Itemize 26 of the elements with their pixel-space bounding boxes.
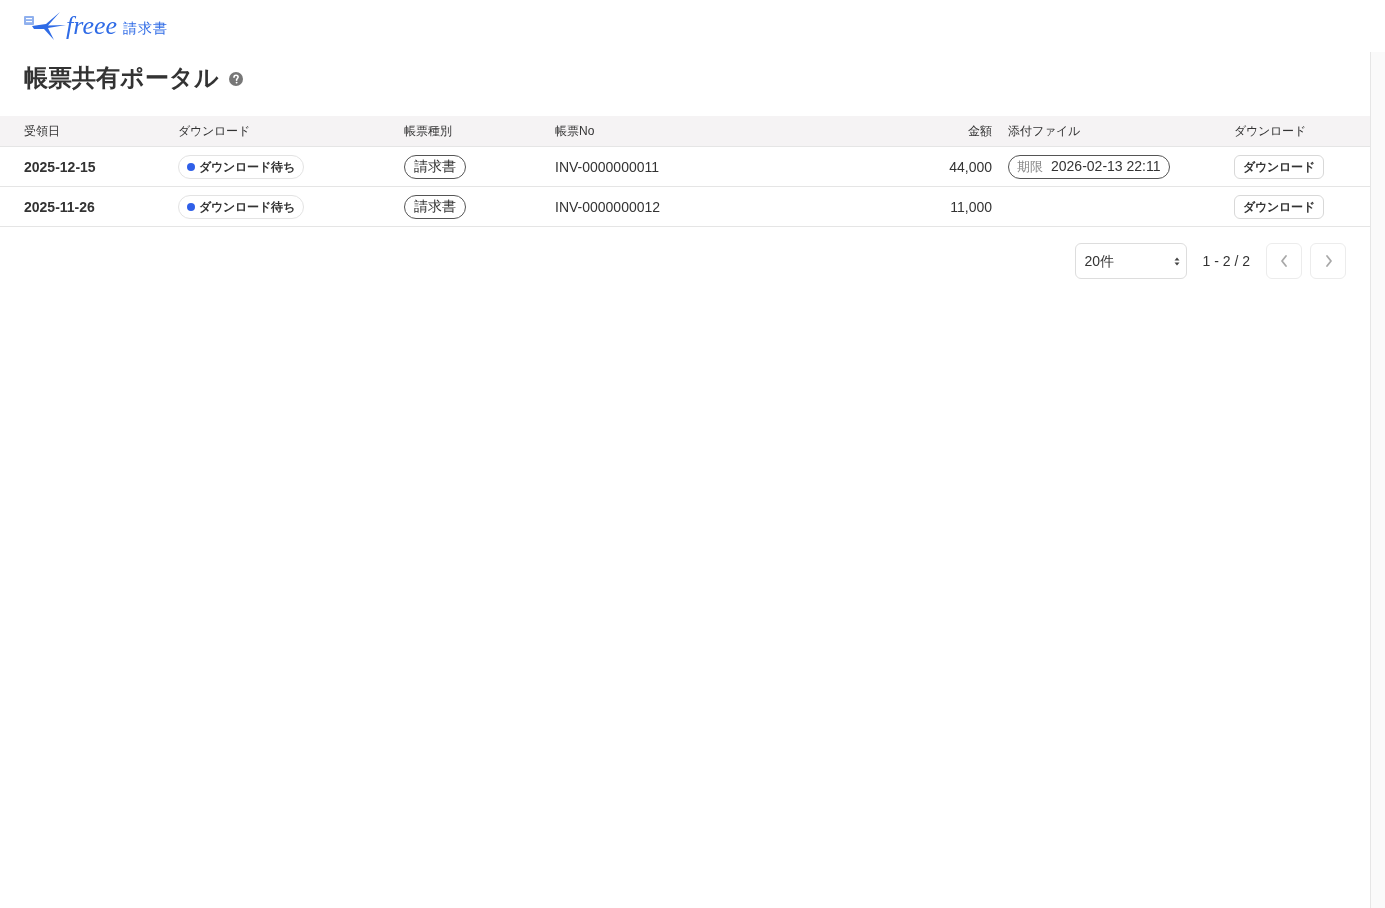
column-header: 添付ファイル xyxy=(1008,124,1080,138)
page-title: 帳票共有ポータル xyxy=(24,63,219,93)
received-date: 2025-11-26 xyxy=(24,198,95,215)
column-header: ダウンロード xyxy=(1234,124,1306,138)
document-number: INV-0000000011 xyxy=(555,158,660,175)
expiry-label: 期限 xyxy=(1017,157,1043,176)
expiry-date: 2026-02-13 22:11 xyxy=(1051,157,1161,176)
column-header: ダウンロード xyxy=(178,124,250,138)
help-icon[interactable] xyxy=(229,72,243,86)
status-label: ダウンロード待ち xyxy=(199,158,295,176)
column-header: 帳票種別 xyxy=(404,124,452,138)
product-name: 請求書 xyxy=(123,19,168,37)
amount: 44,000 xyxy=(949,158,992,175)
download-button[interactable]: ダウンロード xyxy=(1234,194,1324,219)
page-range: 1 - 2 / 2 xyxy=(1202,251,1250,271)
updown-arrows-icon xyxy=(1173,256,1180,266)
download-button[interactable]: ダウンロード xyxy=(1234,154,1324,179)
column-header: 帳票No xyxy=(555,124,595,138)
column-header: 受領日 xyxy=(24,124,60,138)
received-date: 2025-12-15 xyxy=(24,158,96,175)
page-size-select[interactable]: 20件 xyxy=(1074,243,1187,279)
brand-name: freee xyxy=(66,12,117,40)
column-header: 金額 xyxy=(968,124,992,138)
status-label: ダウンロード待ち xyxy=(199,198,295,216)
amount: 11,000 xyxy=(950,198,992,215)
document-number: INV-0000000012 xyxy=(555,198,661,215)
